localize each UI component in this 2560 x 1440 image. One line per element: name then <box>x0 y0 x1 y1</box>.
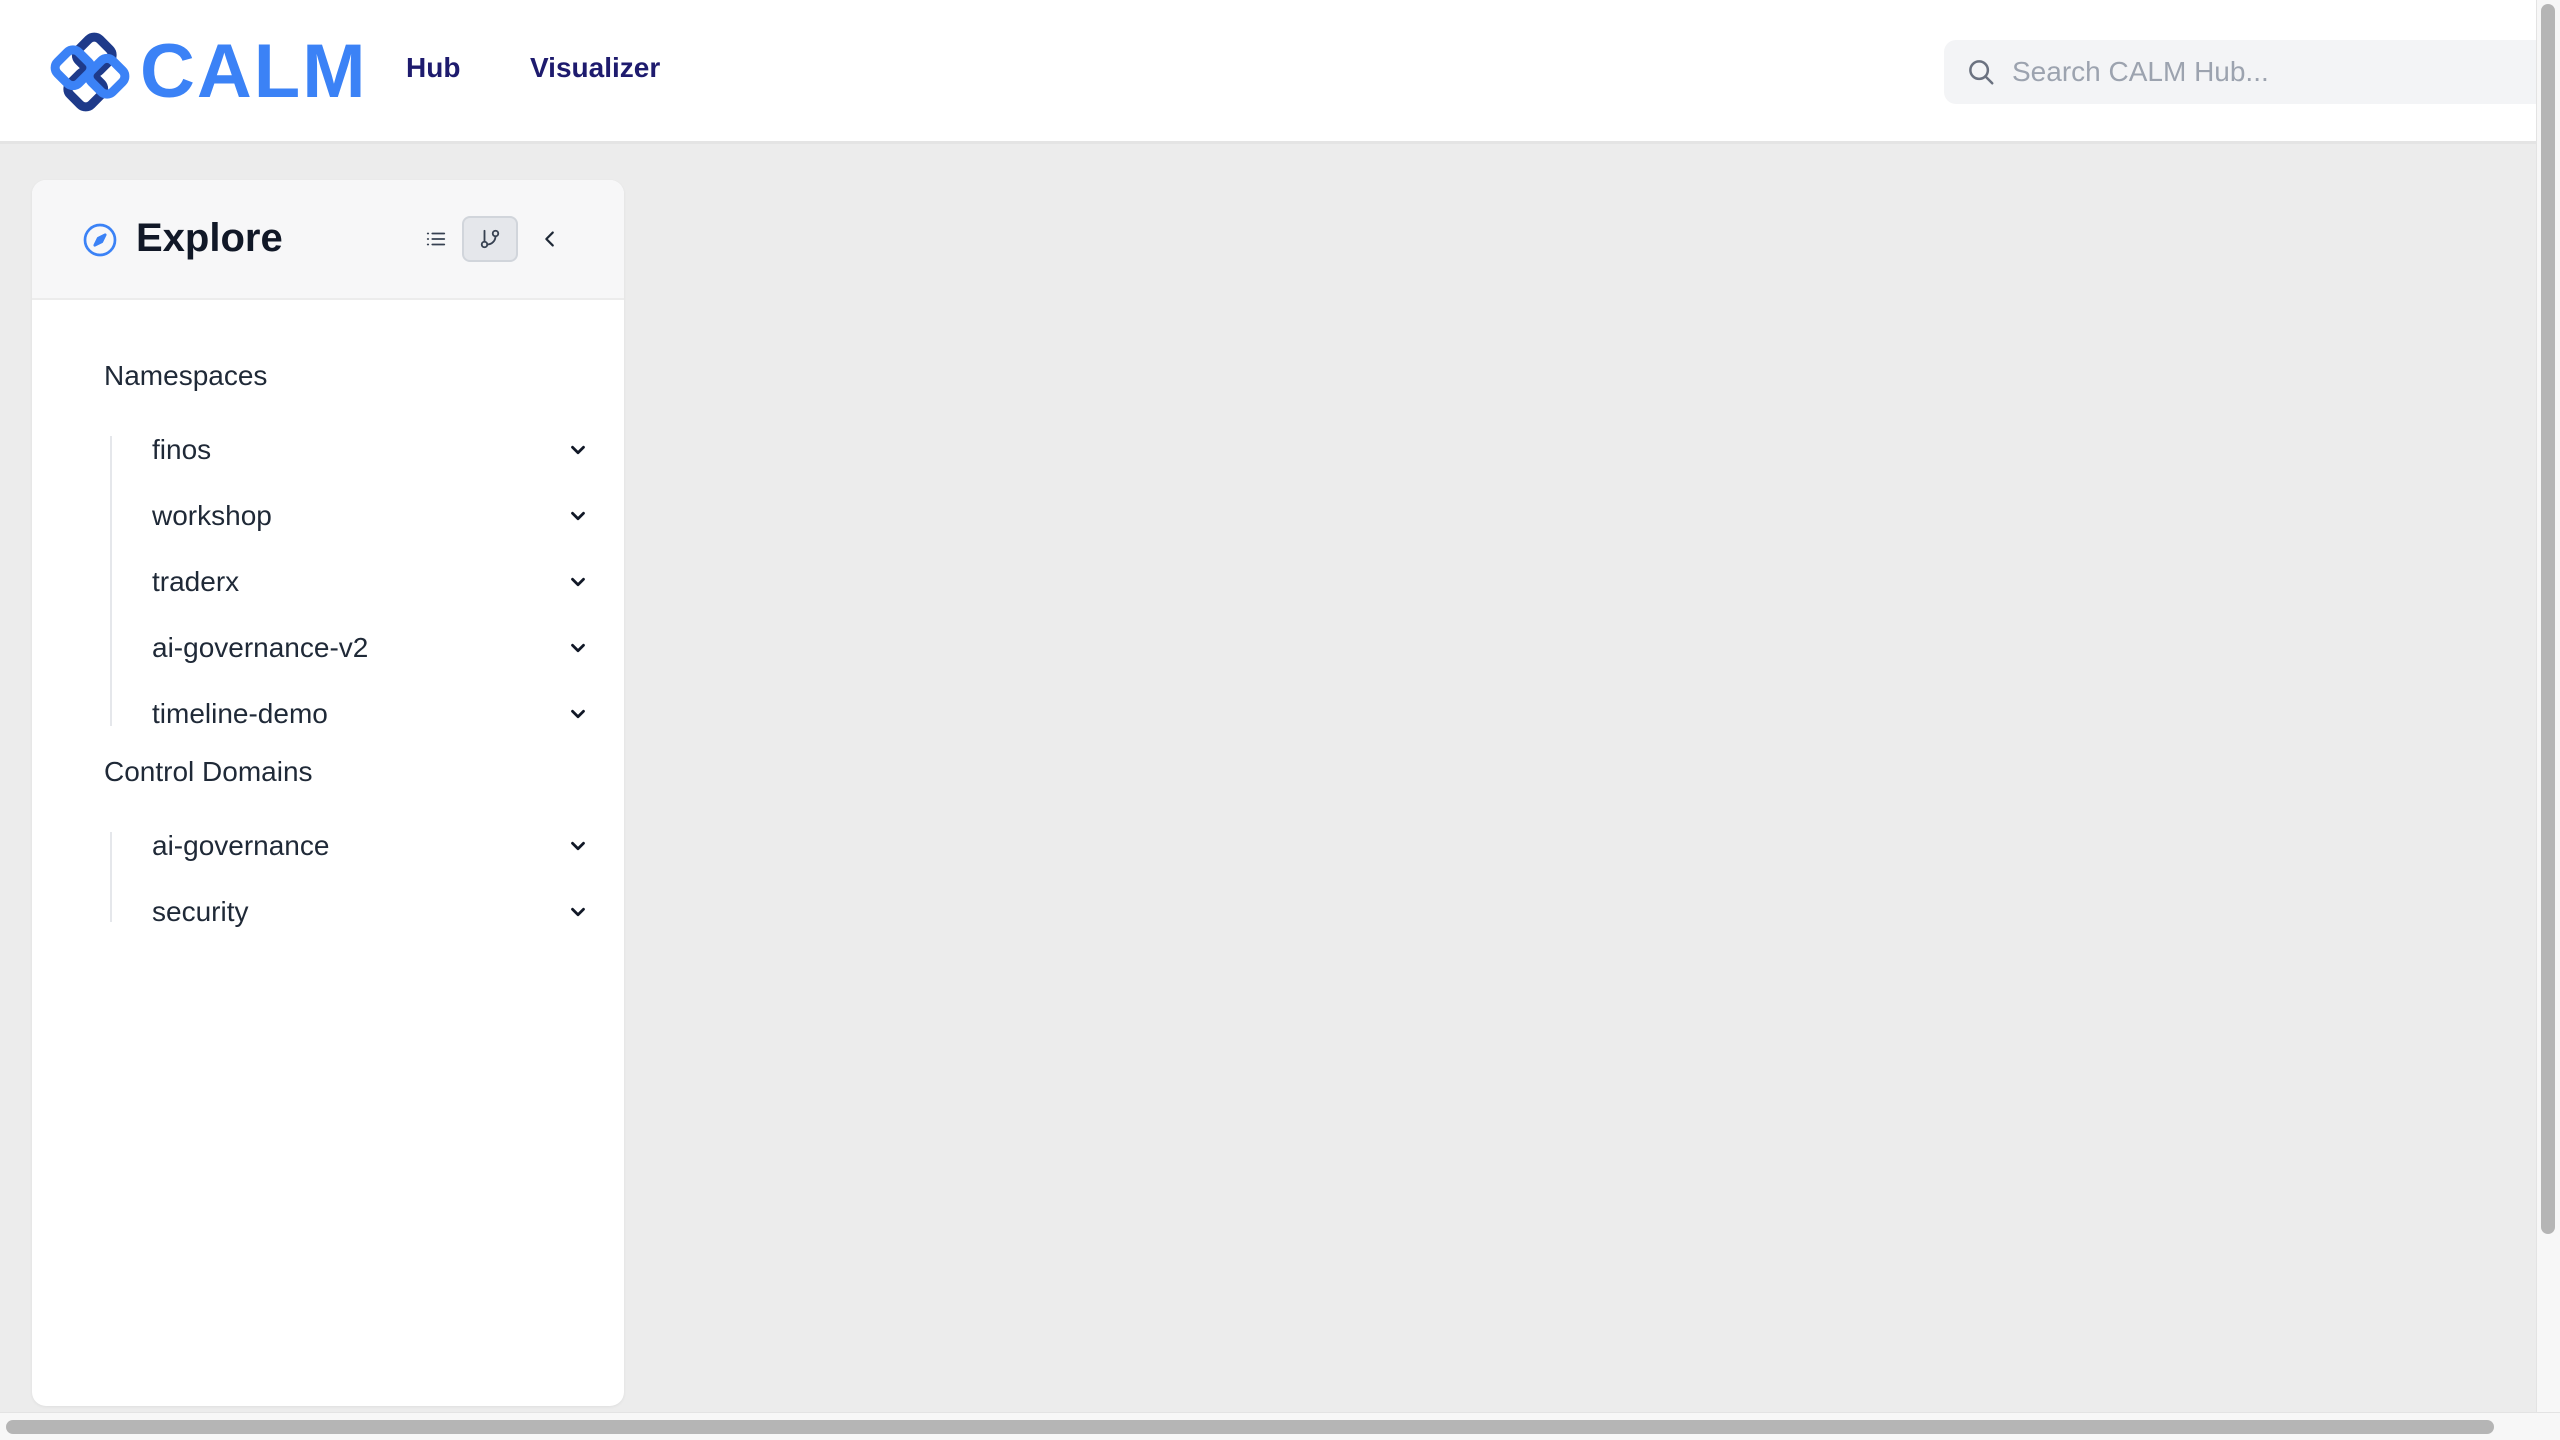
search-box[interactable] <box>1944 40 2536 104</box>
chevron-down-icon[interactable] <box>564 634 592 662</box>
calm-logo-icon <box>50 32 130 112</box>
tree-item-traderx[interactable]: traderx <box>152 554 592 610</box>
tree-item-label: ai-governance-v2 <box>152 632 369 663</box>
chevron-down-icon[interactable] <box>564 436 592 464</box>
chevron-down-icon[interactable] <box>564 568 592 596</box>
tree-guide-line <box>110 436 112 726</box>
tree-item-label: finos <box>152 434 212 465</box>
horizontal-scrollbar[interactable] <box>0 1412 2560 1440</box>
collapse-panel-button[interactable] <box>522 216 578 262</box>
tree-item-label: security <box>152 896 249 927</box>
tree-item-finos[interactable]: finos <box>152 422 592 478</box>
tree-item-label: ai-governance <box>152 830 330 861</box>
main-content-area <box>640 150 2520 1400</box>
compass-icon <box>83 223 117 257</box>
group-label-control-domains: Control Domains <box>104 756 313 787</box>
tree-item-label: workshop <box>152 500 272 531</box>
vertical-scrollbar-thumb[interactable] <box>2541 4 2555 1234</box>
tree-item-ai-governance-v2[interactable]: ai-governance-v2 <box>152 620 592 676</box>
tree-item-ai-governance[interactable]: ai-governance <box>152 818 592 874</box>
horizontal-scrollbar-thumb[interactable] <box>6 1420 2494 1434</box>
nav-visualizer-link[interactable]: Visualizer <box>530 52 660 84</box>
chevron-left-icon <box>545 231 554 247</box>
tree-item-label: timeline-demo <box>152 698 328 729</box>
search-input[interactable] <box>2010 55 2514 89</box>
tree-view-button[interactable] <box>462 216 518 262</box>
git-branch-icon <box>480 229 500 249</box>
list-view-button[interactable] <box>408 216 464 262</box>
explore-panel-header: Explore <box>32 180 624 300</box>
explore-panel: Explore Namespaces finos workshop trader… <box>32 180 624 1406</box>
group-label-namespaces: Namespaces <box>104 360 268 391</box>
tree-item-timeline-demo[interactable]: timeline-demo <box>152 686 592 742</box>
panel-title: Explore <box>136 216 283 260</box>
calm-logo[interactable]: CALM <box>48 30 368 114</box>
top-navigation-bar: CALM Hub Visualizer <box>0 0 2536 144</box>
chevron-down-icon[interactable] <box>564 502 592 530</box>
chevron-down-icon[interactable] <box>564 832 592 860</box>
tree-item-label: traderx <box>152 566 240 597</box>
nav-hub-link[interactable]: Hub <box>406 52 460 84</box>
tree-guide-line <box>110 832 112 922</box>
list-icon <box>426 232 446 246</box>
chevron-down-icon[interactable] <box>564 700 592 728</box>
logo-text: CALM <box>140 29 368 114</box>
tree-item-workshop[interactable]: workshop <box>152 488 592 544</box>
search-icon <box>1969 60 1994 85</box>
vertical-scrollbar[interactable] <box>2536 0 2560 1412</box>
tree-item-security[interactable]: security <box>152 884 592 940</box>
chevron-down-icon[interactable] <box>564 898 592 926</box>
